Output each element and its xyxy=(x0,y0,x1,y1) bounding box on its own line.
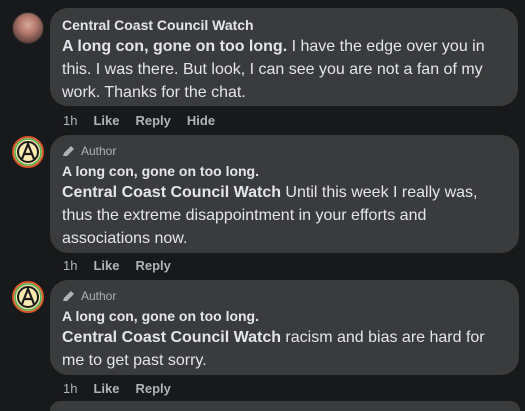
avatar[interactable] xyxy=(12,281,44,313)
comment-bubble: Central Coast Council Watch A long con, … xyxy=(50,8,518,106)
mention-link[interactable]: Central Coast Council Watch xyxy=(62,329,281,346)
comment-text: Central Coast Council Watch racism and b… xyxy=(62,326,507,372)
comment-bubble: Author A long con, gone on too long. Cen… xyxy=(50,135,519,253)
reply-button[interactable]: Reply xyxy=(135,258,170,274)
author-badge-label: Author xyxy=(81,144,117,158)
anarchy-icon xyxy=(14,138,42,166)
comment-actions: 1h Like Reply xyxy=(63,258,171,274)
like-button[interactable]: Like xyxy=(93,258,119,274)
pencil-icon xyxy=(63,291,74,301)
author-badge-label: Author xyxy=(81,289,117,303)
timestamp[interactable]: 1h xyxy=(63,381,77,397)
comment-author[interactable]: A long con, gone on too long. xyxy=(62,162,507,180)
comment-actions: 1h Like Reply Hide xyxy=(63,113,215,129)
next-comment-bubble xyxy=(50,401,520,411)
like-button[interactable]: Like xyxy=(93,381,119,397)
timestamp[interactable]: 1h xyxy=(63,258,77,274)
anarchy-icon xyxy=(14,283,42,311)
comment-text: Central Coast Council Watch Until this w… xyxy=(62,181,507,250)
avatar[interactable] xyxy=(12,12,44,44)
timestamp[interactable]: 1h xyxy=(63,113,77,129)
hide-button[interactable]: Hide xyxy=(187,113,215,129)
like-button[interactable]: Like xyxy=(93,113,119,129)
mention-link[interactable]: Central Coast Council Watch xyxy=(62,184,281,201)
comment-text: A long con, gone on too long. I have the… xyxy=(62,35,506,104)
reply-button[interactable]: Reply xyxy=(135,381,170,397)
comment-author[interactable]: Central Coast Council Watch xyxy=(62,16,506,34)
author-badge: Author xyxy=(62,143,507,159)
comment-bubble: Author A long con, gone on too long. Cen… xyxy=(50,280,519,375)
avatar[interactable] xyxy=(12,136,44,168)
author-badge: Author xyxy=(62,288,507,304)
comment-author[interactable]: A long con, gone on too long. xyxy=(62,307,507,325)
comment-actions: 1h Like Reply xyxy=(63,381,171,397)
reply-button[interactable]: Reply xyxy=(135,113,170,129)
mention-link[interactable]: A long con, gone on too long. xyxy=(62,38,287,55)
pencil-icon xyxy=(63,146,74,156)
